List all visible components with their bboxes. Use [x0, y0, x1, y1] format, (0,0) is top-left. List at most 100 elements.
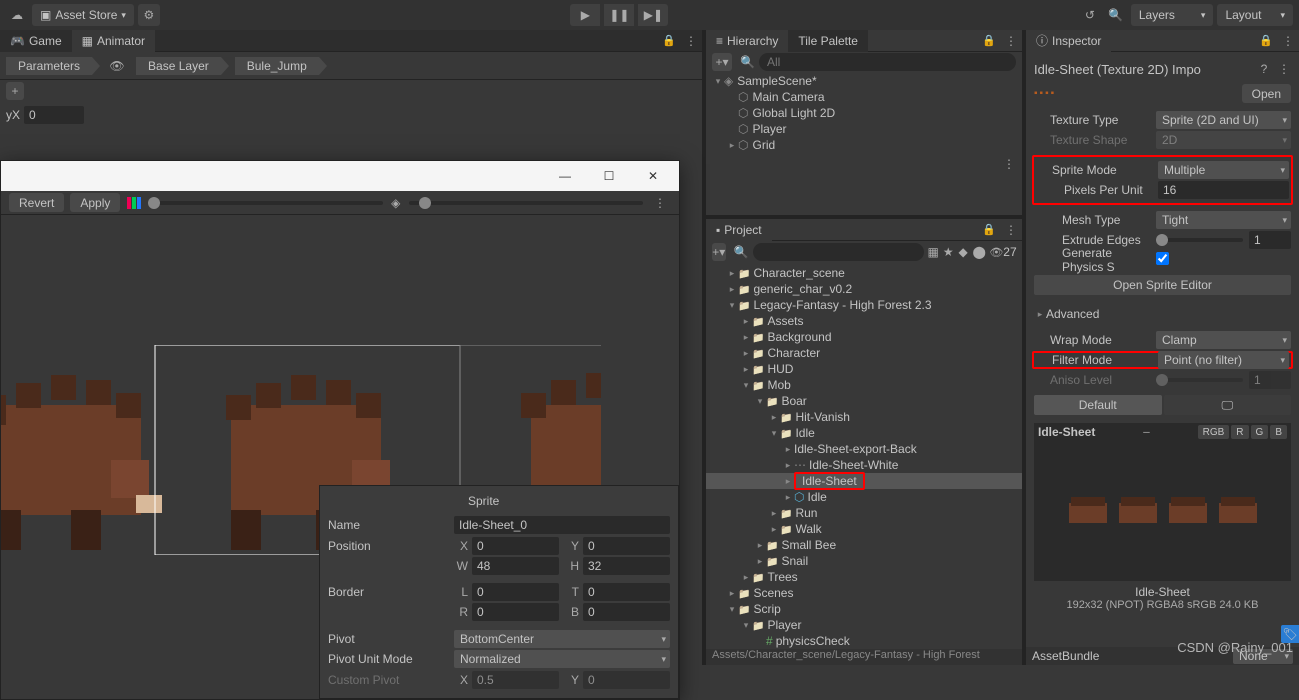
- maximize-button[interactable]: ☐: [587, 162, 631, 190]
- project-item[interactable]: ▸Hit-Vanish: [706, 409, 1022, 425]
- project-item[interactable]: ▸Run: [706, 505, 1022, 521]
- project-item[interactable]: ▸Scenes: [706, 585, 1022, 601]
- mesh-type-dropdown[interactable]: Tight: [1156, 211, 1291, 229]
- save-search-icon[interactable]: ◆: [958, 241, 969, 263]
- sprite-mode-dropdown[interactable]: Multiple: [1158, 161, 1289, 179]
- close-button[interactable]: ✕: [631, 162, 675, 190]
- hidden-count[interactable]: 👁27: [990, 241, 1016, 263]
- minimize-button[interactable]: —: [543, 162, 587, 190]
- project-item[interactable]: ▾Player: [706, 617, 1022, 633]
- filter-dropdown[interactable]: Point (no filter): [1158, 351, 1289, 369]
- create-button[interactable]: +▾: [712, 243, 726, 261]
- pos-x-input[interactable]: [472, 537, 559, 555]
- revert-button[interactable]: Revert: [9, 193, 64, 212]
- panel-menu-icon[interactable]: ⋮: [680, 30, 702, 52]
- project-item[interactable]: ▸Background: [706, 329, 1022, 345]
- project-item[interactable]: ▸Character: [706, 345, 1022, 361]
- layers-dropdown[interactable]: Layers▾: [1131, 4, 1214, 26]
- lock-icon[interactable]: 🔒: [658, 30, 680, 52]
- project-item[interactable]: ▸Snail: [706, 553, 1022, 569]
- extrude-input[interactable]: [1249, 231, 1291, 249]
- hierarchy-item[interactable]: ⬡Player: [706, 121, 1022, 137]
- sprite-name-input[interactable]: [454, 516, 670, 534]
- hierarchy-search-input[interactable]: [759, 53, 1016, 71]
- panel-menu-icon[interactable]: ⋮: [1000, 219, 1022, 241]
- border-r-input[interactable]: [472, 603, 559, 621]
- breadcrumb-base-layer[interactable]: Base Layer: [136, 57, 221, 75]
- settings-icon[interactable]: ⚙: [138, 4, 160, 26]
- project-item[interactable]: ▸Idle-Sheet-export-Back: [706, 441, 1022, 457]
- border-b-input[interactable]: [583, 603, 670, 621]
- project-item[interactable]: ▸Small Bee: [706, 537, 1022, 553]
- gen-phys-checkbox[interactable]: [1156, 252, 1169, 265]
- zoom-slider[interactable]: [409, 201, 643, 205]
- extrude-slider[interactable]: [1156, 238, 1243, 242]
- focus-icon[interactable]: ◈: [389, 192, 403, 214]
- tab-hierarchy[interactable]: ≡Hierarchy: [706, 30, 788, 52]
- pivot-mode-dropdown[interactable]: Normalized: [454, 650, 670, 668]
- open-sprite-editor-button[interactable]: Open Sprite Editor: [1034, 275, 1291, 295]
- help-icon[interactable]: ?: [1257, 58, 1271, 80]
- r-tab[interactable]: R: [1231, 425, 1248, 439]
- search-by-label-icon[interactable]: ★: [943, 241, 954, 263]
- project-item[interactable]: ▸Trees: [706, 569, 1022, 585]
- project-item[interactable]: ▾Boar: [706, 393, 1022, 409]
- search-icon[interactable]: 🔍: [1105, 4, 1127, 26]
- cloud-icon[interactable]: ☁: [6, 4, 28, 26]
- breadcrumb-parameters[interactable]: Parameters: [6, 57, 92, 75]
- create-button[interactable]: +▾: [712, 53, 732, 71]
- pivot-dropdown[interactable]: BottomCenter: [454, 630, 670, 648]
- border-l-input[interactable]: [472, 583, 559, 601]
- border-t-input[interactable]: [583, 583, 670, 601]
- project-item[interactable]: ▸Walk: [706, 521, 1022, 537]
- texture-type-dropdown[interactable]: Sprite (2D and UI): [1156, 111, 1291, 129]
- param-y-input[interactable]: [24, 106, 84, 124]
- panel-menu-icon[interactable]: ⋮: [1000, 30, 1022, 52]
- pos-w-input[interactable]: [472, 557, 559, 575]
- breadcrumb-state[interactable]: Bule_Jump: [235, 57, 319, 75]
- search-by-type-icon[interactable]: ▦: [928, 241, 939, 263]
- lock-icon[interactable]: 🔒: [978, 30, 1000, 52]
- lock-icon[interactable]: 🔒: [978, 219, 1000, 241]
- panel-menu-icon[interactable]: ⋮: [649, 192, 671, 214]
- project-item[interactable]: #physicsCheck: [706, 633, 1022, 649]
- project-search-input[interactable]: [753, 243, 924, 261]
- project-item[interactable]: ▾Mob: [706, 377, 1022, 393]
- wrap-dropdown[interactable]: Clamp: [1156, 331, 1291, 349]
- project-item[interactable]: ▾Idle: [706, 425, 1022, 441]
- step-button[interactable]: ▶❚: [638, 4, 668, 26]
- hierarchy-item[interactable]: ⬡Global Light 2D: [706, 105, 1022, 121]
- project-item[interactable]: ▸Assets: [706, 313, 1022, 329]
- tab-game[interactable]: 🎮Game: [0, 30, 72, 52]
- foldout-caret-icon[interactable]: ▸: [1034, 309, 1046, 320]
- tab-tile-palette[interactable]: Tile Palette: [788, 30, 868, 52]
- tab-animator[interactable]: ▦Animator: [72, 30, 155, 52]
- project-item[interactable]: ▸generic_char_v0.2: [706, 281, 1022, 297]
- preview-handle-icon[interactable]: ─: [1143, 427, 1149, 437]
- preset-icon[interactable]: ⋮: [1277, 58, 1291, 80]
- custom-pivot-y-input[interactable]: [583, 671, 670, 689]
- panel-menu-icon[interactable]: ⋮: [1277, 30, 1299, 52]
- pos-h-input[interactable]: [583, 557, 670, 575]
- platform-default-tab[interactable]: Default: [1034, 395, 1162, 415]
- b-tab[interactable]: B: [1270, 425, 1287, 439]
- hierarchy-row-menu-icon[interactable]: ⋮: [1002, 153, 1016, 175]
- ppu-input[interactable]: [1158, 181, 1289, 199]
- project-item[interactable]: ▸⬡Idle: [706, 489, 1022, 505]
- project-item[interactable]: ▸⋯Idle-Sheet-White: [706, 457, 1022, 473]
- pos-y-input[interactable]: [583, 537, 670, 555]
- project-item[interactable]: ▾Scrip: [706, 601, 1022, 617]
- layout-dropdown[interactable]: Layout▾: [1217, 4, 1293, 26]
- rgb-tab[interactable]: RGB: [1198, 425, 1230, 439]
- project-item[interactable]: ▾Legacy-Fantasy - High Forest 2.3: [706, 297, 1022, 313]
- undo-history-icon[interactable]: ↺: [1079, 4, 1101, 26]
- platform-standalone-tab[interactable]: 🖵: [1164, 395, 1292, 415]
- add-parameter-button[interactable]: +: [6, 82, 24, 100]
- alpha-slider[interactable]: [148, 201, 382, 205]
- g-tab[interactable]: G: [1251, 425, 1269, 439]
- project-item[interactable]: ▸HUD: [706, 361, 1022, 377]
- custom-pivot-x-input[interactable]: [472, 671, 559, 689]
- open-button[interactable]: Open: [1242, 84, 1291, 103]
- tab-project[interactable]: ▪Project: [706, 219, 772, 241]
- error-icon[interactable]: ⬤: [973, 241, 986, 263]
